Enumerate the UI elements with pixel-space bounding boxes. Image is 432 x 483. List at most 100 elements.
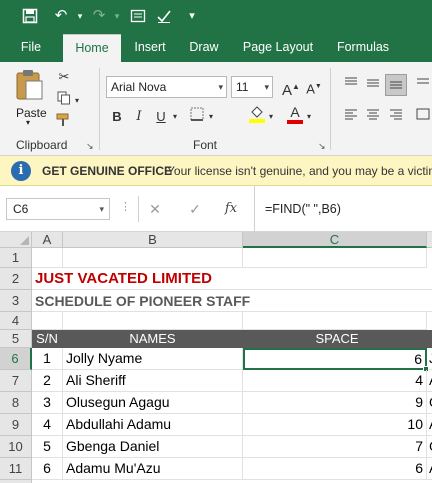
column-header-d[interactable]	[427, 232, 432, 248]
underline-dropdown-icon[interactable]: ▾	[170, 106, 180, 128]
tab-insert[interactable]: Insert	[124, 34, 176, 62]
cell-sn[interactable]: 2	[32, 370, 63, 392]
cell-name[interactable]: Olusegun Agagu	[63, 392, 243, 414]
cell-d[interactable]: G	[427, 436, 432, 458]
font-name-select[interactable]: Arial Nova ▾	[106, 76, 227, 98]
row-header-10[interactable]: 10	[0, 436, 32, 458]
column-header-a[interactable]: A	[32, 232, 63, 248]
cut-icon[interactable]: ✂	[53, 66, 75, 88]
cell-b4[interactable]	[63, 312, 243, 330]
cell-d[interactable]: O	[427, 392, 432, 414]
align-bottom-icon[interactable]	[385, 74, 407, 96]
cell-a4[interactable]	[32, 312, 63, 330]
row-header-3[interactable]: 3	[0, 290, 32, 312]
cell-space-selected[interactable]: 6	[243, 348, 427, 370]
cell-sn[interactable]: 4	[32, 414, 63, 436]
cell-name[interactable]: Jolly Nyame	[63, 348, 243, 370]
resize-handle-icon[interactable]: ⋮	[120, 200, 131, 213]
row-header-8[interactable]: 8	[0, 392, 32, 414]
customize-qat-icon[interactable]: ▾	[181, 5, 203, 27]
merge-center-icon[interactable]	[412, 106, 432, 128]
paste-button[interactable]: Paste ▾	[12, 68, 50, 127]
tab-file[interactable]: File	[8, 34, 54, 62]
cell-space[interactable]: 9	[243, 392, 427, 414]
tab-draw[interactable]: Draw	[180, 34, 228, 62]
checkmark-icon[interactable]	[153, 5, 175, 27]
row-header-4[interactable]: 4	[0, 312, 32, 330]
font-size-value: 11	[236, 80, 249, 94]
tab-formulas[interactable]: Formulas	[328, 34, 398, 62]
cell-a1[interactable]	[32, 248, 63, 268]
cell-space[interactable]: 6	[243, 458, 427, 480]
cell-sn[interactable]: 1	[32, 348, 63, 370]
align-right-icon[interactable]	[385, 106, 407, 128]
column-header-c[interactable]: C	[243, 232, 427, 248]
column-header-b[interactable]: B	[63, 232, 243, 248]
sheet-subtitle[interactable]: SCHEDULE OF PIONEER STAFF	[32, 290, 432, 312]
row-header-5[interactable]: 5	[0, 330, 32, 348]
align-left-icon[interactable]	[340, 106, 362, 128]
formula-divider	[138, 196, 139, 222]
row-header-11[interactable]: 11	[0, 458, 32, 480]
row-header-9[interactable]: 9	[0, 414, 32, 436]
paste-dropdown-icon[interactable]: ▾	[26, 118, 30, 127]
cell-space[interactable]: 10	[243, 414, 427, 436]
cell-name[interactable]: Ali Sheriff	[63, 370, 243, 392]
wrap-text-icon[interactable]	[412, 74, 432, 96]
tab-page-layout[interactable]: Page Layout	[236, 34, 320, 62]
redo-dropdown-icon: ▾	[114, 11, 120, 21]
font-size-select[interactable]: 11 ▾	[231, 76, 273, 98]
cell-sn[interactable]: 3	[32, 392, 63, 414]
cell-sn[interactable]: 6	[32, 458, 63, 480]
formula-bar: C6 ▾ ⋮ ✕ ✓ fx =FIND(" ",B6)	[0, 186, 432, 232]
header-names[interactable]: NAMES	[63, 330, 243, 348]
borders-dropdown-icon[interactable]: ▾	[206, 106, 216, 128]
underline-button[interactable]: U	[150, 106, 172, 128]
fill-color-dropdown-icon[interactable]: ▾	[266, 106, 276, 128]
cancel-icon[interactable]: ✕	[144, 198, 166, 220]
font-color-dropdown-icon[interactable]: ▾	[304, 106, 314, 128]
cell-space[interactable]: 7	[243, 436, 427, 458]
align-top-icon[interactable]	[340, 74, 362, 96]
header-sn[interactable]: S/N	[32, 330, 63, 348]
fill-color-icon[interactable]	[246, 104, 268, 126]
cell-b1[interactable]	[63, 248, 243, 268]
cell-c4[interactable]	[243, 312, 427, 330]
cell-space[interactable]: 4	[243, 370, 427, 392]
font-launcher-icon[interactable]: ↘	[318, 141, 326, 152]
save-icon[interactable]	[19, 5, 41, 27]
row-header-2[interactable]: 2	[0, 268, 32, 290]
italic-button[interactable]: I	[128, 106, 150, 128]
header-space[interactable]: SPACE	[243, 330, 432, 348]
grow-font-button[interactable]: A▲	[280, 76, 302, 99]
format-painter-icon[interactable]	[53, 112, 75, 134]
row-header-7[interactable]: 7	[0, 370, 32, 392]
cell-name[interactable]: Abdullahi Adamu	[63, 414, 243, 436]
cell-d[interactable]: A	[427, 458, 432, 480]
shrink-font-button[interactable]: A▼	[303, 76, 325, 98]
copy-dropdown-icon[interactable]: ▾	[72, 90, 82, 112]
cell-name[interactable]: Gbenga Daniel	[63, 436, 243, 458]
cell-d[interactable]: A	[427, 414, 432, 436]
formula-input[interactable]: =FIND(" ",B6)	[254, 186, 432, 232]
tab-home[interactable]: Home	[63, 34, 121, 62]
cell-d[interactable]: A	[427, 370, 432, 392]
align-middle-icon[interactable]	[362, 74, 384, 96]
row-header-6[interactable]: 6	[0, 348, 32, 370]
form-icon[interactable]	[127, 5, 149, 27]
insert-function-button[interactable]: fx	[220, 198, 242, 220]
cell-c1[interactable]	[243, 248, 427, 268]
enter-icon[interactable]: ✓	[184, 198, 206, 220]
sheet-title[interactable]: JUST VACATED LIMITED	[32, 268, 432, 290]
font-color-button[interactable]: A	[284, 104, 306, 126]
row-header-1[interactable]: 1	[0, 248, 32, 268]
align-center-icon[interactable]	[362, 106, 384, 128]
cell-name[interactable]: Adamu Mu'Azu	[63, 458, 243, 480]
ribbon: Paste ▾ ✂ ▾ Clipboard ↘ Arial Nova ▾ 11 …	[0, 62, 432, 156]
bold-button[interactable]: B	[106, 106, 128, 128]
cell-sn[interactable]: 5	[32, 436, 63, 458]
name-box[interactable]: C6 ▾	[6, 198, 110, 220]
clipboard-launcher-icon[interactable]: ↘	[86, 141, 94, 152]
select-all-button[interactable]	[0, 232, 32, 248]
borders-icon[interactable]	[186, 106, 208, 128]
